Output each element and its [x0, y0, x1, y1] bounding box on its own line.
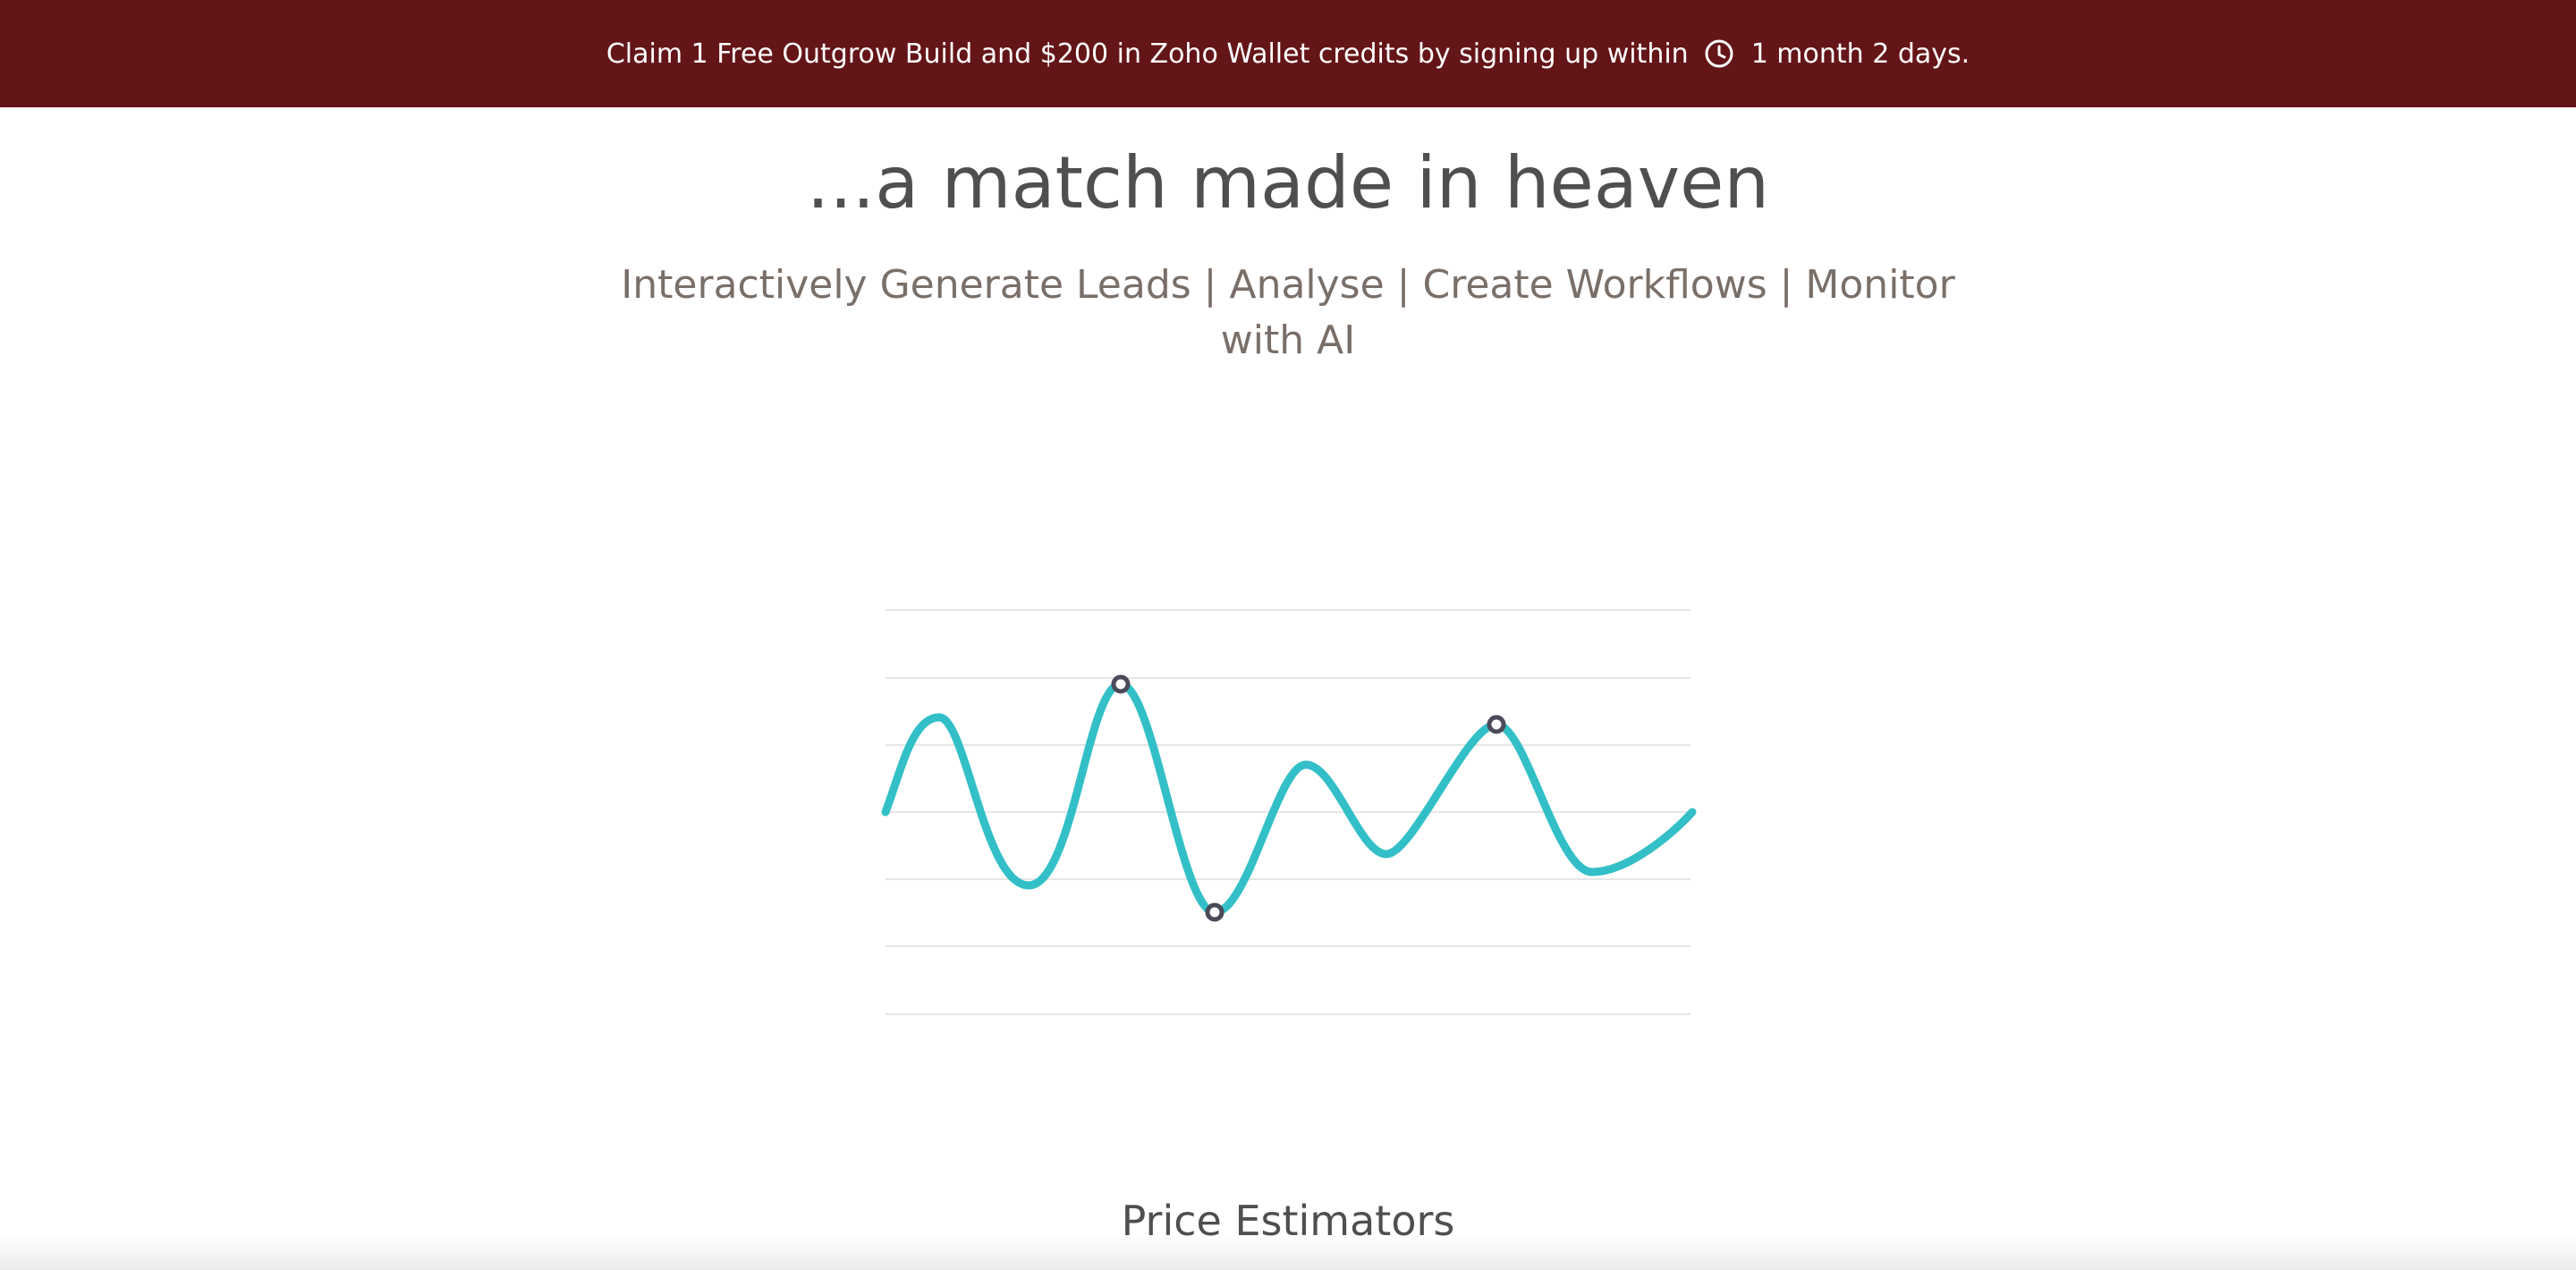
promo-countdown: 1 month 2 days.	[1750, 38, 1970, 70]
illustration-gridlines	[886, 609, 1690, 1015]
clock-icon	[1705, 39, 1733, 68]
hero-subtitle: Interactively Generate Leads | Analyse |…	[621, 262, 1955, 363]
wave-illustration	[881, 609, 1697, 1015]
wave-marker	[1111, 674, 1131, 694]
promo-banner-text: Claim 1 Free Outgrow Build and $200 in Z…	[606, 38, 1689, 70]
bottom-shadow	[0, 1234, 2576, 1270]
wave-marker	[1487, 715, 1506, 734]
wave-line	[881, 680, 1697, 917]
hero-headline: ...a match made in heaven	[806, 141, 1770, 224]
wave-marker	[1205, 902, 1224, 922]
promo-banner: Claim 1 Free Outgrow Build and $200 in Z…	[0, 0, 2576, 107]
